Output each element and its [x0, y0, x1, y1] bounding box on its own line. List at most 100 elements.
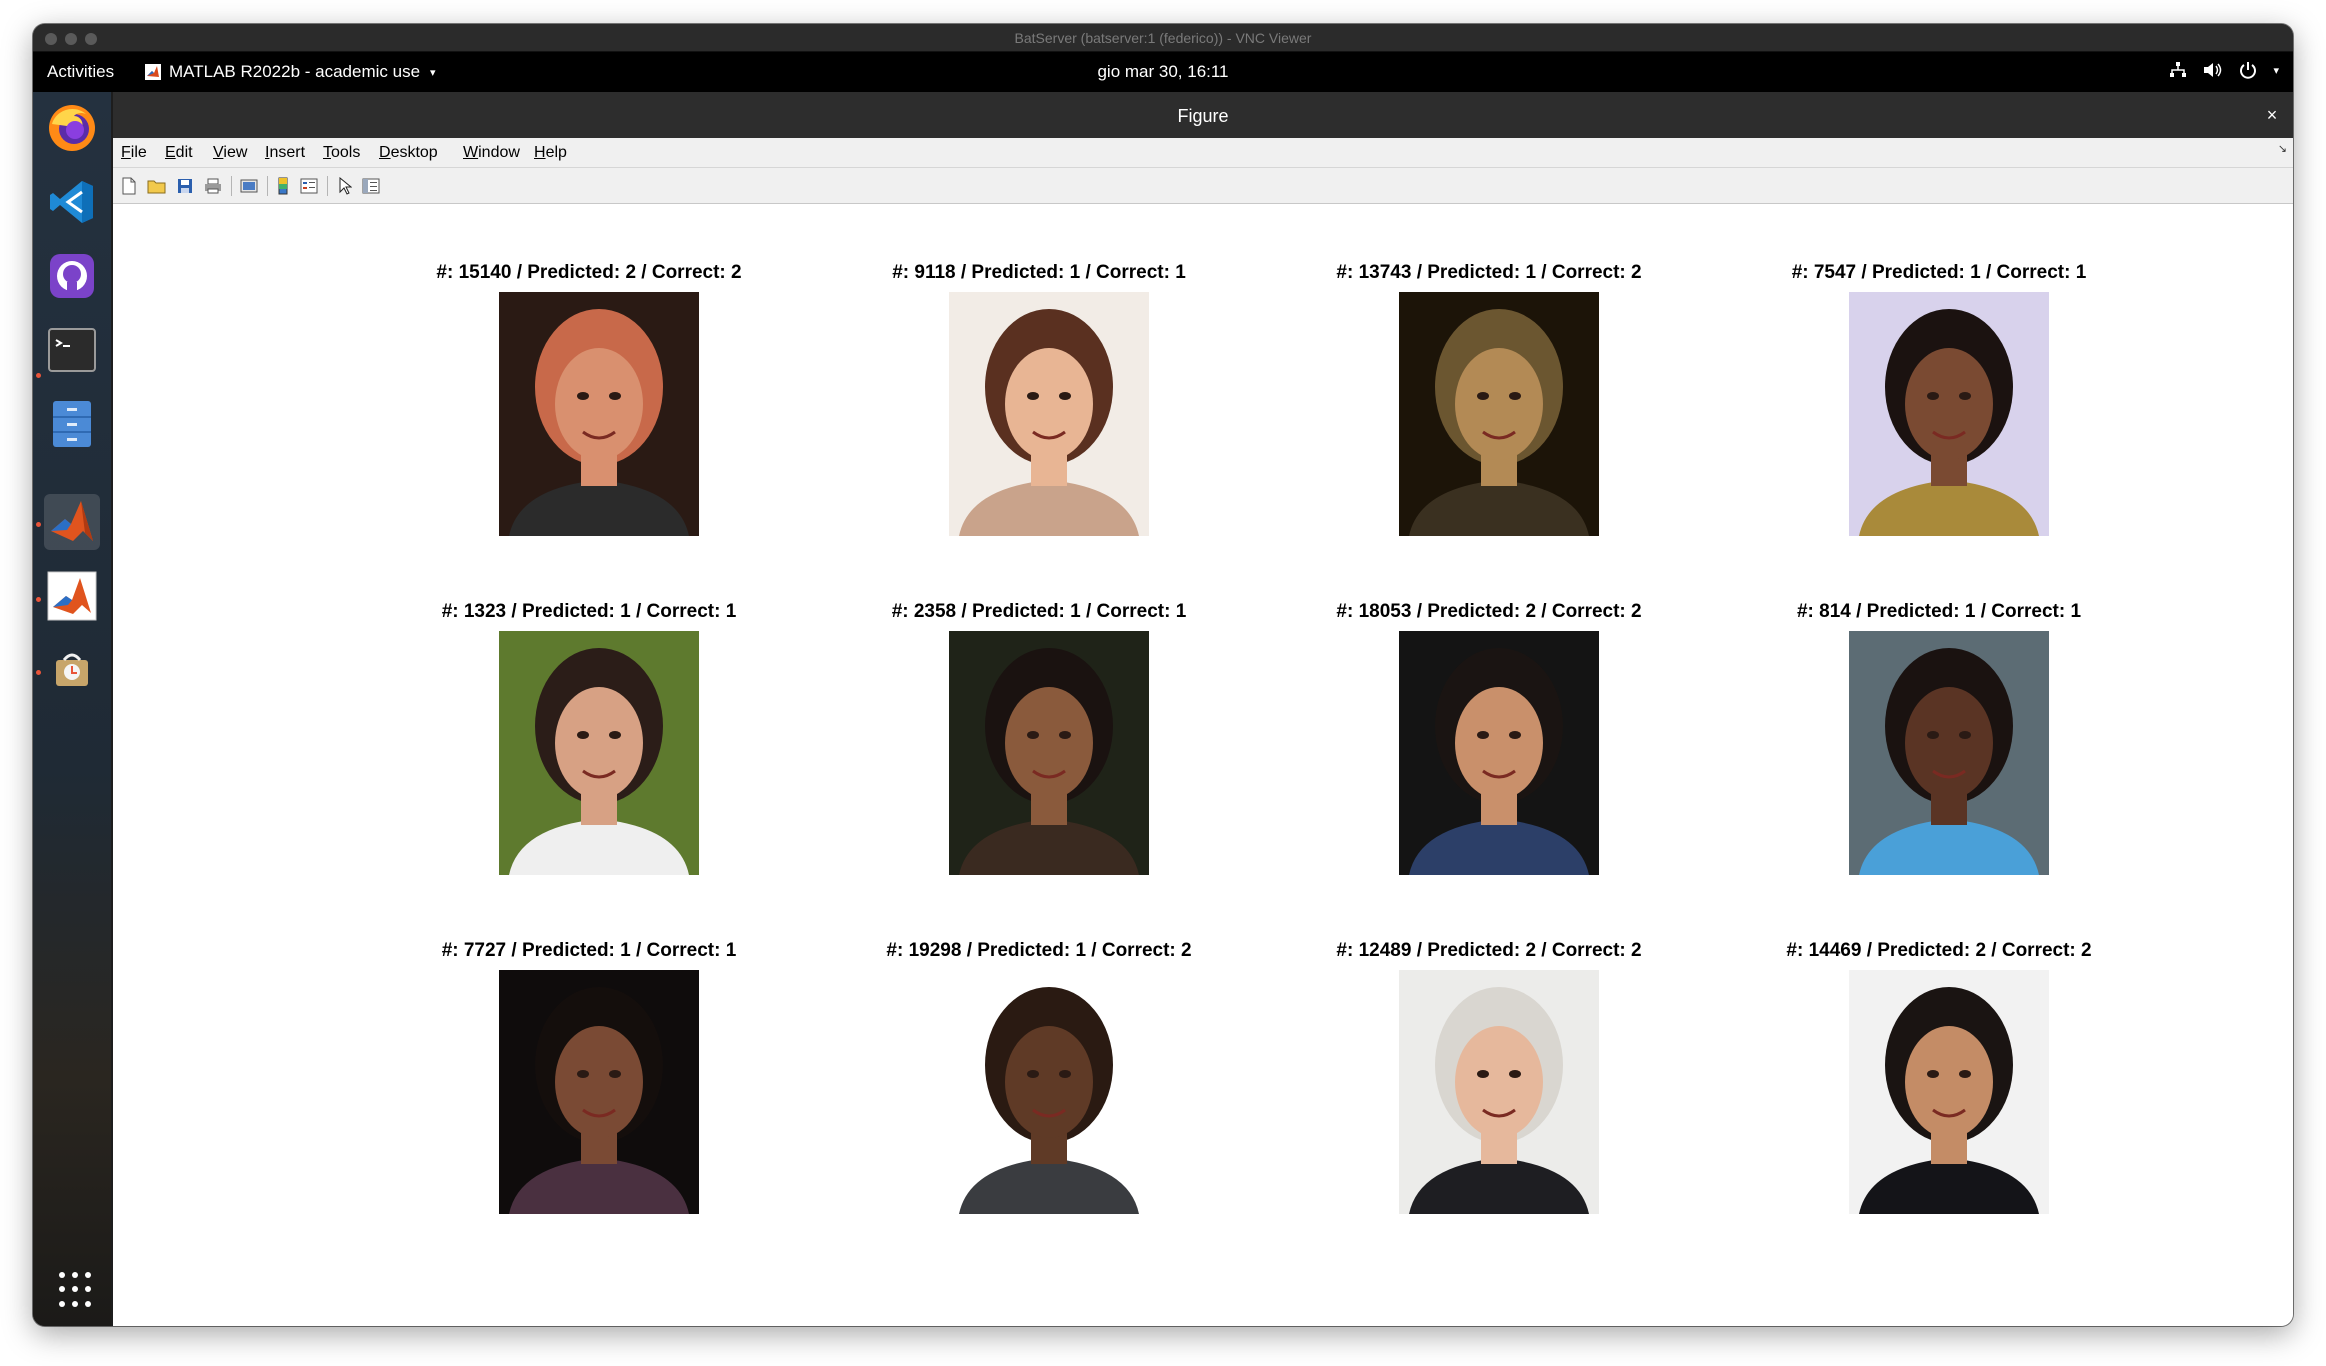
running-indicator — [36, 373, 41, 378]
vnc-viewer-window: BatServer (batserver:1 (federico)) - VNC… — [33, 24, 2293, 1326]
face-image — [1849, 292, 2049, 536]
running-indicator — [36, 597, 41, 602]
portrait-graphic — [1399, 970, 1599, 1214]
software-updater-icon — [56, 653, 88, 686]
running-indicator — [36, 670, 41, 675]
figure-canvas[interactable]: #: 15140 / Predicted: 2 / Correct: 2 #: … — [113, 204, 2293, 1326]
face-image — [499, 292, 699, 536]
dock-item-matlab[interactable] — [44, 494, 100, 550]
subplot-title: #: 1323 / Predicted: 1 / Correct: 1 — [441, 601, 737, 622]
menu-edit[interactable]: Edit — [165, 144, 193, 162]
menu-help-label: elp — [545, 144, 567, 161]
menu-help[interactable]: Help — [534, 144, 567, 162]
system-tray[interactable]: ▾ — [2169, 61, 2279, 79]
running-indicator — [36, 522, 41, 527]
menu-insert-label: nsert — [269, 144, 306, 161]
dock-item-software-updater[interactable] — [44, 642, 100, 698]
face-image — [499, 970, 699, 1214]
face-image — [949, 970, 1149, 1214]
figure-titlebar[interactable]: Figure × — [113, 92, 2293, 138]
dock-item-matlab-alt[interactable] — [44, 568, 100, 624]
portrait-graphic — [499, 970, 699, 1214]
print-icon[interactable] — [203, 176, 223, 196]
portrait-graphic — [949, 292, 1149, 536]
clock[interactable]: gio mar 30, 16:11 — [33, 62, 2293, 82]
legend-icon[interactable] — [299, 176, 319, 196]
dock-item-files[interactable] — [44, 396, 100, 452]
menu-tools-label: ools — [331, 144, 361, 161]
menu-window-label: indow — [478, 144, 520, 161]
face-image — [499, 631, 699, 875]
subplot-title: #: 18053 / Predicted: 2 / Correct: 2 — [1336, 601, 1642, 622]
subplot-title: #: 2358 / Predicted: 1 / Correct: 1 — [891, 601, 1187, 622]
firefox-icon — [49, 105, 95, 151]
subplot-title: #: 19298 / Predicted: 1 / Correct: 2 — [886, 940, 1192, 961]
menu-file[interactable]: File — [121, 144, 147, 162]
face-image — [949, 631, 1149, 875]
portrait-graphic — [1849, 631, 2049, 875]
portrait-graphic — [1399, 292, 1599, 536]
face-image — [1399, 292, 1599, 536]
chevron-down-icon: ▾ — [2273, 64, 2279, 77]
face-image — [949, 292, 1149, 536]
portrait-graphic — [1849, 970, 2049, 1214]
toolbar-separator — [267, 176, 268, 196]
portrait-graphic — [949, 970, 1149, 1214]
menu-view[interactable]: View — [213, 144, 247, 162]
property-inspector-icon[interactable] — [361, 176, 381, 196]
toolbar-separator — [231, 176, 232, 196]
subplot-title: #: 7727 / Predicted: 1 / Correct: 1 — [441, 940, 737, 961]
menu-desktop-label: esktop — [390, 144, 438, 161]
vnc-window-title: BatServer (batserver:1 (federico)) - VNC… — [1014, 30, 1312, 46]
subplot-title: #: 13743 / Predicted: 1 / Correct: 2 — [1336, 262, 1642, 283]
menu-view-label: iew — [223, 144, 248, 161]
menu-desktop[interactable]: Desktop — [379, 144, 438, 162]
dock-item-terminal[interactable] — [44, 322, 100, 378]
face-image — [1399, 631, 1599, 875]
close-icon[interactable]: × — [2261, 104, 2283, 126]
github-desktop-icon — [50, 254, 94, 298]
subplot-title: #: 814 / Predicted: 1 / Correct: 1 — [1796, 601, 2082, 622]
edit-plot-icon[interactable] — [335, 176, 355, 196]
network-icon — [2170, 62, 2187, 77]
figure-title: Figure — [1177, 106, 1229, 126]
power-icon — [2240, 62, 2257, 79]
face-image — [1399, 970, 1599, 1214]
menu-window[interactable]: Window — [463, 144, 520, 162]
toolbar-separator — [327, 176, 328, 196]
vnc-titlebar[interactable]: BatServer (batserver:1 (federico)) - VNC… — [33, 24, 2293, 52]
colorbar-icon[interactable] — [273, 176, 293, 196]
menu-file-label: ile — [130, 144, 147, 161]
vscode-icon — [50, 181, 93, 223]
subplot-title: #: 14469 / Predicted: 2 / Correct: 2 — [1786, 940, 2092, 961]
face-image — [1849, 970, 2049, 1214]
show-apps-icon[interactable] — [59, 1272, 95, 1308]
dock-item-vscode[interactable] — [44, 174, 100, 230]
terminal-icon — [48, 328, 96, 372]
menu-insert[interactable]: Insert — [265, 144, 305, 162]
save-icon[interactable] — [175, 176, 195, 196]
open-file-icon[interactable] — [147, 176, 167, 196]
menu-tools[interactable]: Tools — [323, 144, 360, 162]
matlab-icon — [51, 501, 93, 541]
portrait-graphic — [949, 631, 1149, 875]
face-image — [1849, 631, 2049, 875]
print-preview-icon[interactable] — [239, 176, 259, 196]
volume-icon — [2204, 63, 2222, 77]
dock-item-github[interactable] — [44, 248, 100, 304]
files-icon — [53, 401, 91, 447]
figure-menubar: File Edit View Insert Tools Desktop Wind… — [113, 138, 2293, 168]
new-figure-icon[interactable] — [119, 176, 139, 196]
subplot-title: #: 9118 / Predicted: 1 / Correct: 1 — [892, 262, 1186, 283]
portrait-graphic — [1849, 292, 2049, 536]
portrait-graphic — [499, 631, 699, 875]
portrait-graphic — [499, 292, 699, 536]
matlab-alt-icon — [47, 571, 97, 621]
matlab-figure-window: Figure × File Edit View Insert Tools Des… — [113, 92, 2293, 1326]
gnome-top-bar: Activities MATLAB R2022b - academic use … — [33, 52, 2293, 92]
dock-item-firefox[interactable] — [44, 100, 100, 156]
subplot-title: #: 12489 / Predicted: 2 / Correct: 2 — [1336, 940, 1642, 961]
subplot-title: #: 15140 / Predicted: 2 / Correct: 2 — [436, 262, 742, 283]
dock-arrow-icon[interactable]: ↘ — [2278, 142, 2287, 155]
subplot-title: #: 7547 / Predicted: 1 / Correct: 1 — [1791, 262, 2087, 283]
